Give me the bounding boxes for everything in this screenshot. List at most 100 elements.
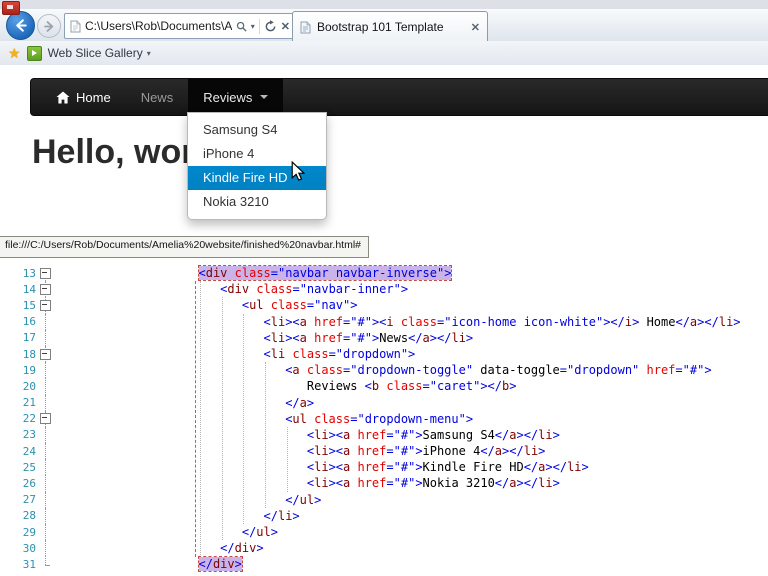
refresh-icon[interactable]	[264, 19, 277, 33]
code-line: 15 <ul class="nav">	[0, 297, 768, 314]
tab-close-icon[interactable]: ✕	[471, 21, 480, 34]
code-line: 29 </ul>	[0, 524, 768, 541]
code-text[interactable]: </div>	[54, 540, 768, 556]
editor-indicator-margin	[0, 459, 14, 475]
line-number: 18	[22, 347, 36, 361]
code-text[interactable]: </a>	[54, 395, 768, 411]
fold-margin	[36, 556, 54, 572]
code-text[interactable]: <ul class="nav">	[54, 297, 768, 313]
fold-margin	[36, 443, 54, 460]
favorites-bar: ★ Web Slice Gallery ▾	[0, 41, 768, 66]
fold-margin	[36, 540, 54, 557]
editor-indicator-margin	[0, 378, 14, 394]
fold-margin	[36, 394, 54, 411]
line-number: 16	[22, 315, 36, 329]
code-text[interactable]: <li><a href="#">Samsung S4</a></li>	[54, 427, 768, 443]
line-number: 23	[22, 428, 36, 442]
status-tooltip: file:///C:/Users/Rob/Documents/Amelia%20…	[0, 236, 370, 258]
site-navbar: Home News Reviews	[30, 78, 768, 116]
fold-margin	[36, 345, 54, 363]
editor-indicator-margin	[0, 346, 14, 362]
address-dropdown-icon[interactable]: ▾	[251, 22, 255, 31]
address-input[interactable]: C:\Users\Rob\Documents\Ar	[85, 19, 232, 33]
editor-indicator-margin	[0, 556, 14, 572]
dropdown-item-nokia-3210[interactable]: Nokia 3210	[188, 190, 326, 214]
nav-item-label: News	[140, 89, 174, 105]
line-number: 31	[22, 557, 36, 571]
code-line: 17 <li><a href="#">News</a></li>	[0, 329, 768, 347]
fold-margin	[36, 475, 54, 492]
forward-button[interactable]	[37, 14, 61, 38]
code-text[interactable]: </ul>	[54, 492, 768, 508]
collapse-box-icon[interactable]	[39, 283, 51, 295]
editor-indicator-margin	[0, 330, 14, 346]
nav-item-label: Home	[76, 89, 111, 105]
fold-margin	[36, 410, 54, 428]
dropdown-item-iphone-4[interactable]: iPhone 4	[188, 142, 326, 166]
code-text[interactable]: </li>	[54, 508, 768, 524]
tab-favicon-icon	[300, 21, 311, 34]
editor-indicator-margin	[0, 395, 14, 411]
mouse-cursor-icon	[291, 161, 305, 181]
nav-item-news[interactable]: News	[126, 79, 189, 115]
stop-icon[interactable]: ✕	[281, 20, 290, 33]
code-text[interactable]: <li><a href="#">Kindle Fire HD</a></li>	[54, 459, 768, 475]
code-text[interactable]: <li class="dropdown">	[54, 346, 768, 362]
collapse-box-icon[interactable]	[39, 413, 51, 425]
collapse-box-icon[interactable]	[39, 299, 51, 311]
search-icon[interactable]	[236, 21, 247, 32]
back-button[interactable]	[6, 11, 35, 40]
page-icon	[70, 20, 81, 33]
fold-margin	[36, 265, 54, 282]
collapse-box-icon[interactable]	[39, 267, 51, 279]
browser-tab[interactable]: Bootstrap 101 Template ✕	[292, 11, 488, 42]
dropdown-item-kindle-fire-hd[interactable]: Kindle Fire HD	[188, 166, 326, 190]
forward-arrow-icon	[43, 20, 53, 32]
code-text[interactable]: <a class="dropdown-toggle" data-toggle="…	[54, 362, 768, 378]
nav-item-reviews[interactable]: Reviews	[188, 79, 284, 115]
reviews-dropdown-menu: Samsung S4 iPhone 4 Kindle Fire HD Nokia 32…	[187, 112, 327, 220]
caret-down-icon: ▾	[146, 48, 151, 58]
editor-indicator-margin	[0, 297, 14, 313]
code-text[interactable]: <div class="navbar navbar-inverse">	[54, 265, 768, 281]
code-text[interactable]: <li><a href="#">iPhone 4</a></li>	[54, 443, 768, 459]
code-text[interactable]: <ul class="dropdown-menu">	[54, 411, 768, 427]
code-text[interactable]: <li><a href="#">News</a></li>	[54, 330, 768, 346]
code-line: 23 <li><a href="#">Samsung S4</a></li>	[0, 426, 768, 444]
line-number: 29	[22, 525, 36, 539]
code-text[interactable]: <li><a href="#">Nokia 3210</a></li>	[54, 475, 768, 491]
code-text[interactable]: Reviews <b class="caret"></b>	[54, 378, 768, 394]
editor-indicator-margin	[0, 475, 14, 491]
line-number: 25	[22, 460, 36, 474]
tab-title: Bootstrap 101 Template	[317, 20, 444, 34]
code-line: 21 </a>	[0, 394, 768, 411]
code-text[interactable]: </div>	[54, 556, 768, 573]
divider	[258, 18, 260, 34]
code-text[interactable]: <li><a href="#"><i class="icon-home icon…	[54, 314, 768, 330]
fold-margin	[36, 507, 54, 525]
code-line: 16 <li><a href="#"><i class="icon-home i…	[0, 313, 768, 330]
line-number: 22	[22, 412, 36, 426]
code-line: 25 <li><a href="#">Kindle Fire HD</a></l…	[0, 459, 768, 476]
favorites-item-web-slice-gallery[interactable]: Web Slice Gallery ▾	[48, 46, 151, 60]
line-number: 21	[22, 396, 36, 410]
code-text[interactable]: <div class="navbar-inner">	[54, 281, 768, 297]
fold-margin	[36, 329, 54, 347]
editor-indicator-margin	[0, 265, 14, 281]
favorites-star-icon[interactable]: ★	[8, 45, 21, 62]
code-line: 20 Reviews <b class="caret"></b>	[0, 378, 768, 395]
collapse-box-icon[interactable]	[39, 348, 51, 360]
editor-indicator-margin	[0, 314, 14, 330]
webslice-icon	[26, 45, 42, 61]
line-number: 20	[22, 379, 36, 393]
line-number: 15	[22, 298, 36, 312]
code-line: 18 <li class="dropdown">	[0, 345, 768, 363]
address-bar[interactable]: C:\Users\Rob\Documents\Ar ▾ ✕	[64, 13, 296, 39]
fold-margin	[36, 524, 54, 541]
nav-item-home[interactable]: Home	[41, 79, 126, 115]
code-text[interactable]: </ul>	[54, 524, 768, 540]
editor-rows: 13 <div class="navbar navbar-inverse"> 14…	[0, 265, 768, 573]
dropdown-item-samsung-s4[interactable]: Samsung S4	[188, 118, 326, 142]
editor-indicator-margin	[0, 508, 14, 524]
browser-toolbar: C:\Users\Rob\Documents\Ar ▾ ✕ Bootstrap …	[0, 9, 768, 42]
